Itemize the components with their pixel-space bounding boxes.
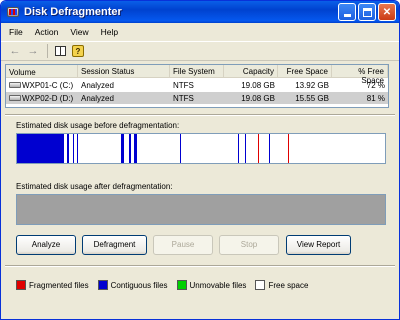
contiguous-block: [180, 134, 181, 163]
fragmented-swatch: [16, 280, 26, 290]
contiguous-block: [77, 134, 78, 163]
show-hide-console-tree-icon[interactable]: [52, 43, 68, 59]
hard-drive-icon: [9, 82, 21, 88]
minimize-button[interactable]: [338, 3, 356, 21]
file-system: NTFS: [173, 80, 194, 90]
volume-list-header: Volume Session Status File System Capaci…: [6, 64, 388, 85]
menu-action[interactable]: Action: [29, 25, 65, 39]
column-free-space[interactable]: Free Space: [278, 64, 332, 78]
file-system: NTFS: [173, 93, 194, 103]
menu-bar: File Action View Help: [1, 23, 399, 41]
disk-defragmenter-window: Disk Defragmenter ✕ File Action View Hel…: [0, 0, 400, 320]
legend-fragmented-label: Fragmented files: [29, 280, 89, 290]
menu-help[interactable]: Help: [95, 25, 124, 39]
after-usage-label: Estimated disk usage after defragmentati…: [16, 182, 173, 191]
legend-free-label: Free space: [268, 280, 309, 290]
help-icon[interactable]: ?: [70, 43, 86, 59]
contiguous-swatch: [97, 280, 108, 290]
analyze-button[interactable]: Analyze: [16, 235, 76, 255]
back-arrow-icon[interactable]: ←: [7, 43, 23, 59]
legend-unmovable-label: Unmovable files: [189, 280, 247, 290]
before-usage-map: [16, 133, 386, 164]
toolbar: ← → ?: [1, 41, 399, 61]
legend: Fragmented files Contiguous files Unmova…: [16, 280, 317, 290]
session-status: Analyzed: [81, 93, 114, 103]
volume-list: Volume Session Status File System Capaci…: [5, 64, 389, 108]
close-button[interactable]: ✕: [378, 3, 396, 21]
column-volume[interactable]: Volume: [6, 64, 78, 78]
column-capacity[interactable]: Capacity: [224, 64, 278, 78]
legend-contiguous-label: Contiguous files: [110, 280, 168, 290]
forward-arrow-icon[interactable]: →: [25, 43, 41, 59]
view-report-button[interactable]: View Report: [286, 235, 351, 255]
hard-drive-icon: [9, 95, 21, 101]
contiguous-block: [269, 134, 270, 163]
before-usage-label: Estimated disk usage before defragmentat…: [16, 121, 180, 130]
maximize-button[interactable]: [358, 3, 376, 21]
contiguous-block: [121, 134, 124, 163]
defrag-app-icon: [6, 5, 20, 19]
contiguous-block: [17, 134, 64, 163]
legend-fragmented: Fragmented files: [16, 280, 89, 290]
volume-name: WXP02-D (D:): [22, 93, 74, 103]
legend-divider: [5, 265, 395, 267]
column-session-status[interactable]: Session Status: [78, 64, 170, 78]
contiguous-block: [129, 134, 131, 163]
defragment-button[interactable]: Defragment: [82, 235, 147, 255]
legend-contiguous: Contiguous files: [97, 280, 168, 290]
legend-unmovable: Unmovable files: [176, 280, 247, 290]
toolbar-separator: [47, 44, 48, 58]
contiguous-block: [238, 134, 239, 163]
contiguous-block: [73, 134, 74, 163]
menu-file[interactable]: File: [3, 25, 29, 39]
percent-free: 72 %: [366, 80, 385, 90]
contiguous-block: [134, 134, 137, 163]
before-usage-bars: [17, 134, 289, 163]
contiguous-block: [67, 134, 69, 163]
stop-button[interactable]: Stop: [219, 235, 279, 255]
free-space: 15.55 GB: [295, 93, 329, 103]
section-divider: [5, 114, 395, 116]
menu-view[interactable]: View: [64, 25, 94, 39]
volume-name: WXP01-C (C:): [22, 80, 74, 90]
column-percent-free[interactable]: % Free Space: [332, 64, 388, 85]
legend-free: Free space: [255, 280, 308, 290]
capacity: 19.08 GB: [241, 80, 275, 90]
after-usage-map: [16, 194, 386, 225]
volume-row-c[interactable]: WXP01-C (C:) Analyzed NTFS 19.08 GB 13.9…: [6, 79, 388, 91]
contiguous-block: [245, 134, 246, 163]
free-space-swatch: [255, 280, 266, 290]
pause-button[interactable]: Pause: [153, 235, 213, 255]
percent-free: 81 %: [366, 93, 385, 103]
unmovable-swatch: [176, 280, 187, 290]
volume-row-d[interactable]: WXP02-D (D:) Analyzed NTFS 19.08 GB 15.5…: [6, 92, 388, 104]
fragmented-block: [258, 134, 259, 163]
window-title: Disk Defragmenter: [24, 6, 122, 18]
fragmented-block: [288, 134, 289, 163]
title-bar[interactable]: Disk Defragmenter ✕: [1, 1, 399, 23]
column-file-system[interactable]: File System: [170, 64, 224, 78]
capacity: 19.08 GB: [241, 93, 275, 103]
session-status: Analyzed: [81, 80, 114, 90]
free-space: 13.92 GB: [295, 80, 329, 90]
